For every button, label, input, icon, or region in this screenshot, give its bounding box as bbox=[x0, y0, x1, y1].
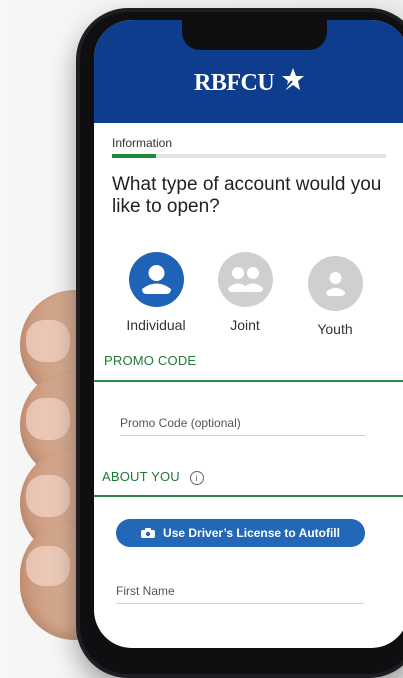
autofill-drivers-license-button[interactable]: Use Driver’s License to Autofill bbox=[116, 519, 365, 547]
account-option-individual[interactable]: Individual bbox=[111, 252, 201, 333]
first-name-input[interactable]: First Name bbox=[116, 584, 364, 604]
autofill-button-label: Use Driver’s License to Autofill bbox=[163, 526, 340, 540]
account-option-joint[interactable]: Joint bbox=[200, 252, 290, 333]
brand-star-icon bbox=[282, 68, 304, 91]
app-screen: RBFCU Information What type of account w… bbox=[94, 20, 403, 648]
nail-4 bbox=[26, 546, 70, 586]
phone-notch bbox=[182, 20, 327, 50]
step-progress-fill bbox=[112, 154, 156, 158]
account-option-label: Individual bbox=[126, 317, 186, 333]
account-option-label: Youth bbox=[317, 321, 353, 337]
child-icon bbox=[307, 256, 363, 311]
about-section-divider bbox=[94, 495, 403, 497]
nail-1 bbox=[26, 320, 70, 362]
about-section-title-text: ABOUT YOU bbox=[102, 469, 180, 484]
step-progress bbox=[112, 154, 386, 158]
promo-section-divider bbox=[94, 380, 403, 382]
user-icon bbox=[128, 252, 184, 307]
camera-icon bbox=[141, 528, 156, 538]
account-type-question: What type of account would you like to o… bbox=[112, 174, 382, 217]
info-icon[interactable]: i bbox=[189, 470, 204, 485]
users-icon bbox=[217, 252, 273, 307]
step-label: Information bbox=[112, 136, 173, 150]
promo-section-title: PROMO CODE bbox=[104, 353, 197, 368]
about-section-title: ABOUT YOU i bbox=[102, 469, 204, 485]
account-option-label: Joint bbox=[230, 317, 260, 333]
nail-2 bbox=[26, 398, 70, 440]
account-option-youth[interactable]: Youth bbox=[290, 256, 380, 337]
promo-code-input[interactable]: Promo Code (optional) bbox=[120, 416, 366, 436]
brand-logo-text: RBFCU bbox=[194, 70, 275, 96]
nail-3 bbox=[26, 475, 70, 517]
